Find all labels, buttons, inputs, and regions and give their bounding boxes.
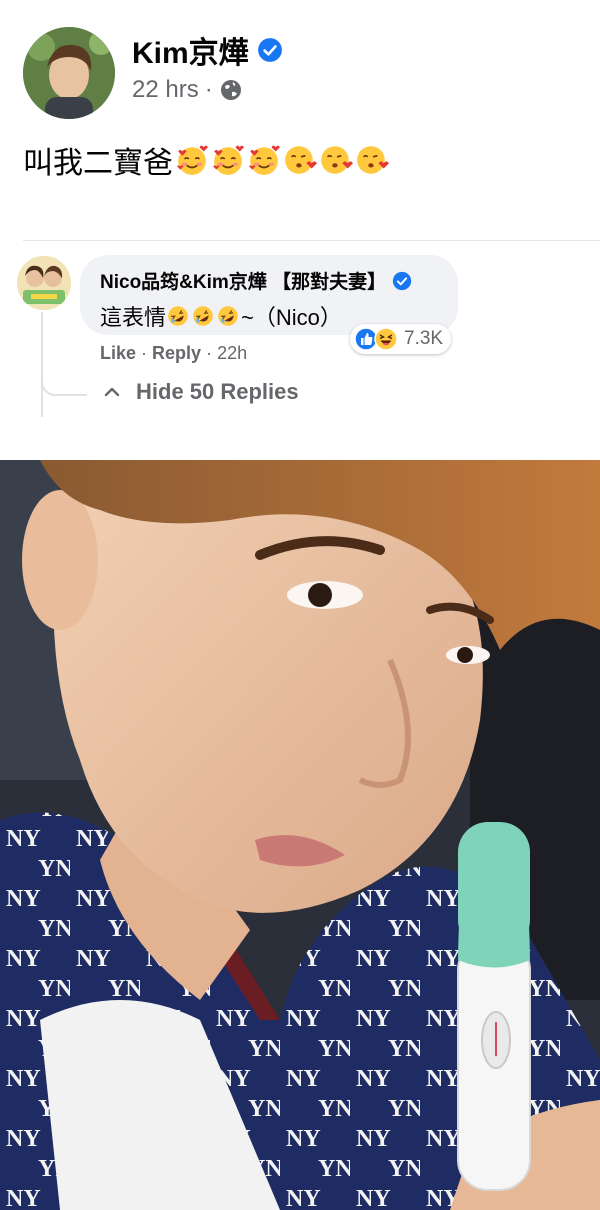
comment-author-name[interactable]: Nico品筠&Kim京燁 【那對夫妻】 (100, 267, 386, 294)
smiling-face-with-hearts-icon (213, 145, 244, 175)
reaction-summary[interactable]: 7.3K (350, 324, 452, 354)
post-author-name[interactable]: Kim京燁 (132, 28, 249, 72)
post-body: 叫我二寶爸 (23, 147, 173, 180)
comment-text-after: ~（Nico） (241, 305, 342, 330)
author-avatar[interactable] (23, 27, 115, 119)
haha-reaction-icon (374, 327, 398, 351)
action-separator: · (141, 343, 148, 363)
face-blowing-kiss-icon (321, 146, 353, 174)
thread-line (41, 312, 43, 417)
rolling-on-floor-laughing-icon (193, 306, 213, 326)
comment-bubble: Nico品筠&Kim京燁 【那對夫妻】 這表情 ~（Nico） (80, 255, 458, 335)
comment-actions: Like · Reply · 22h (100, 343, 247, 364)
meta-separator: · (204, 76, 213, 103)
post-emojis (175, 143, 391, 177)
post-author[interactable]: Kim京燁 (132, 28, 283, 72)
globe-icon[interactable] (219, 78, 243, 102)
hide-replies-label: Hide 50 Replies (136, 379, 299, 404)
commenter-avatar[interactable] (17, 256, 71, 310)
thread-connector (41, 372, 87, 396)
post-photo[interactable]: NY YN (0, 460, 600, 1210)
verified-icon (257, 38, 282, 62)
chevron-up-icon (104, 387, 120, 397)
pregnancy-test-stick (457, 822, 531, 1191)
reaction-count: 7.3K (404, 328, 444, 349)
comment-time[interactable]: 22h (217, 343, 247, 364)
like-button[interactable]: Like (100, 343, 136, 364)
section-divider (23, 240, 600, 241)
smiling-face-with-hearts-icon (177, 145, 208, 175)
rolling-on-floor-laughing-icon (218, 306, 238, 326)
rolling-on-floor-laughing-icon (168, 306, 188, 326)
verified-icon (392, 271, 412, 290)
face-blowing-kiss-icon (357, 146, 389, 174)
smiling-face-with-hearts-icon (249, 145, 280, 175)
comment-author[interactable]: Nico品筠&Kim京燁 【那對夫妻】 (100, 267, 438, 294)
comment-text-before: 這表情 (100, 305, 167, 330)
action-separator: · (206, 343, 213, 363)
post-meta: 22 hrs · (132, 76, 243, 104)
face-blowing-kiss-icon (285, 146, 317, 174)
hide-replies-button[interactable]: Hide 50 Replies (104, 379, 299, 405)
reply-button[interactable]: Reply (152, 343, 201, 364)
post-time[interactable]: 22 hrs (132, 76, 199, 104)
post-text: 叫我二寶爸 (23, 138, 391, 182)
